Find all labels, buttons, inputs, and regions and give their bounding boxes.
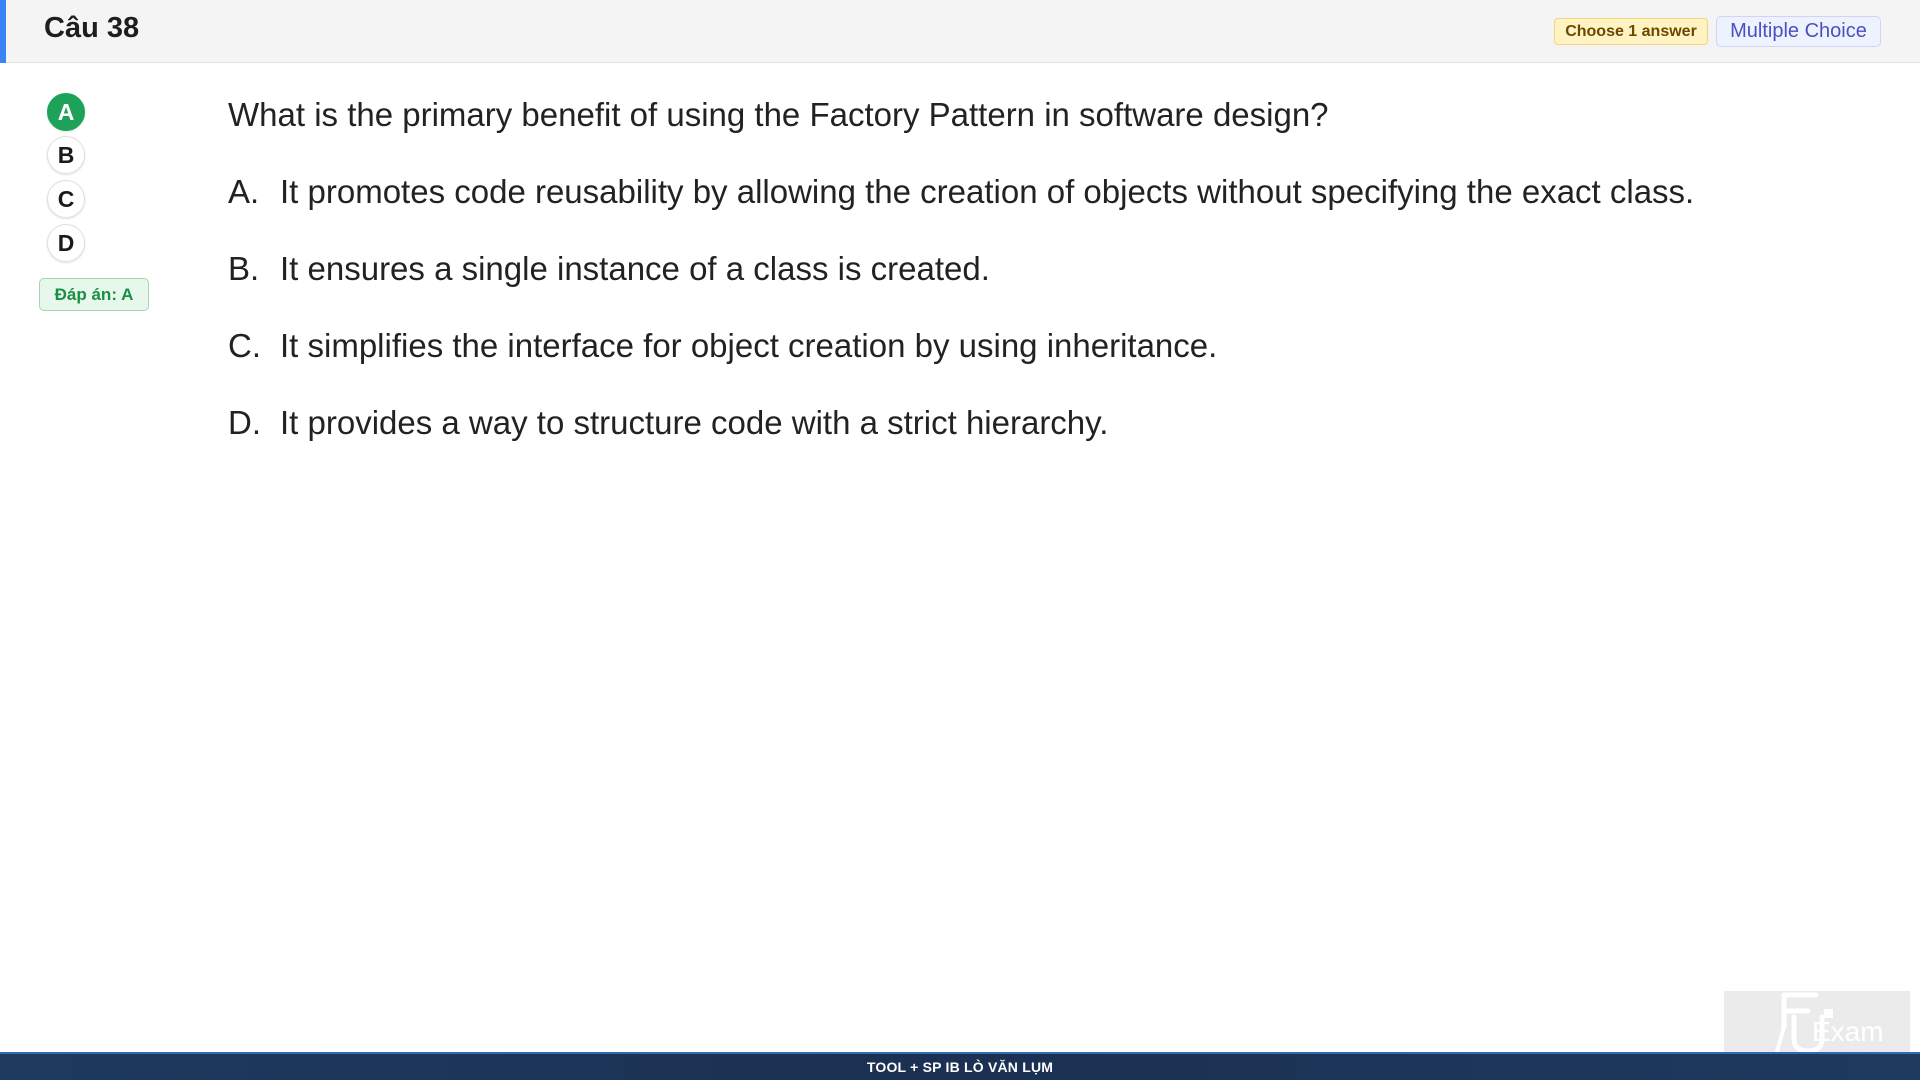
footer-bar: TOOL + SP IB LÒ VĂN LỤM	[0, 1052, 1920, 1080]
choice-b: B. It ensures a single instance of a clas…	[228, 250, 990, 288]
choice-d: D. It provides a way to structure code wi…	[228, 404, 1108, 442]
choice-text: It promotes code reusability by allowing…	[280, 173, 1695, 210]
choice-letter: D.	[228, 404, 261, 441]
answer-option-c[interactable]: C	[47, 180, 85, 218]
answer-option-d[interactable]: D	[47, 224, 85, 262]
choice-text: It provides a way to structure code with…	[280, 404, 1109, 441]
question-header: Câu 38 Choose 1 answer Multiple Choice	[0, 0, 1920, 63]
choice-text: It simplifies the interface for object c…	[280, 327, 1218, 364]
choice-text: It ensures a single instance of a class …	[280, 250, 990, 287]
logo-exam-text: Exam	[1812, 1016, 1884, 1047]
question-text: What is the primary benefit of using the…	[228, 96, 1329, 133]
fu-exam-logo-icon: Exam	[1774, 992, 1884, 1057]
answer-option-b[interactable]: B	[47, 136, 85, 174]
answer-option-a[interactable]: A	[47, 93, 85, 131]
choose-count-badge: Choose 1 answer	[1554, 18, 1708, 45]
question-type-badge: Multiple Choice	[1716, 16, 1881, 47]
choice-c: C. It simplifies the interface for object…	[228, 327, 1217, 365]
correct-answer-badge: Đáp án: A	[39, 278, 149, 311]
fu-exam-logo: Exam	[1724, 991, 1910, 1059]
question-number-title: Câu 38	[44, 12, 140, 44]
header-accent-bar	[0, 0, 6, 63]
choice-a: A. It promotes code reusability by allowi…	[228, 173, 1694, 211]
choice-letter: C.	[228, 327, 261, 364]
choice-letter: A.	[228, 173, 260, 210]
choice-letter: B.	[228, 250, 260, 287]
